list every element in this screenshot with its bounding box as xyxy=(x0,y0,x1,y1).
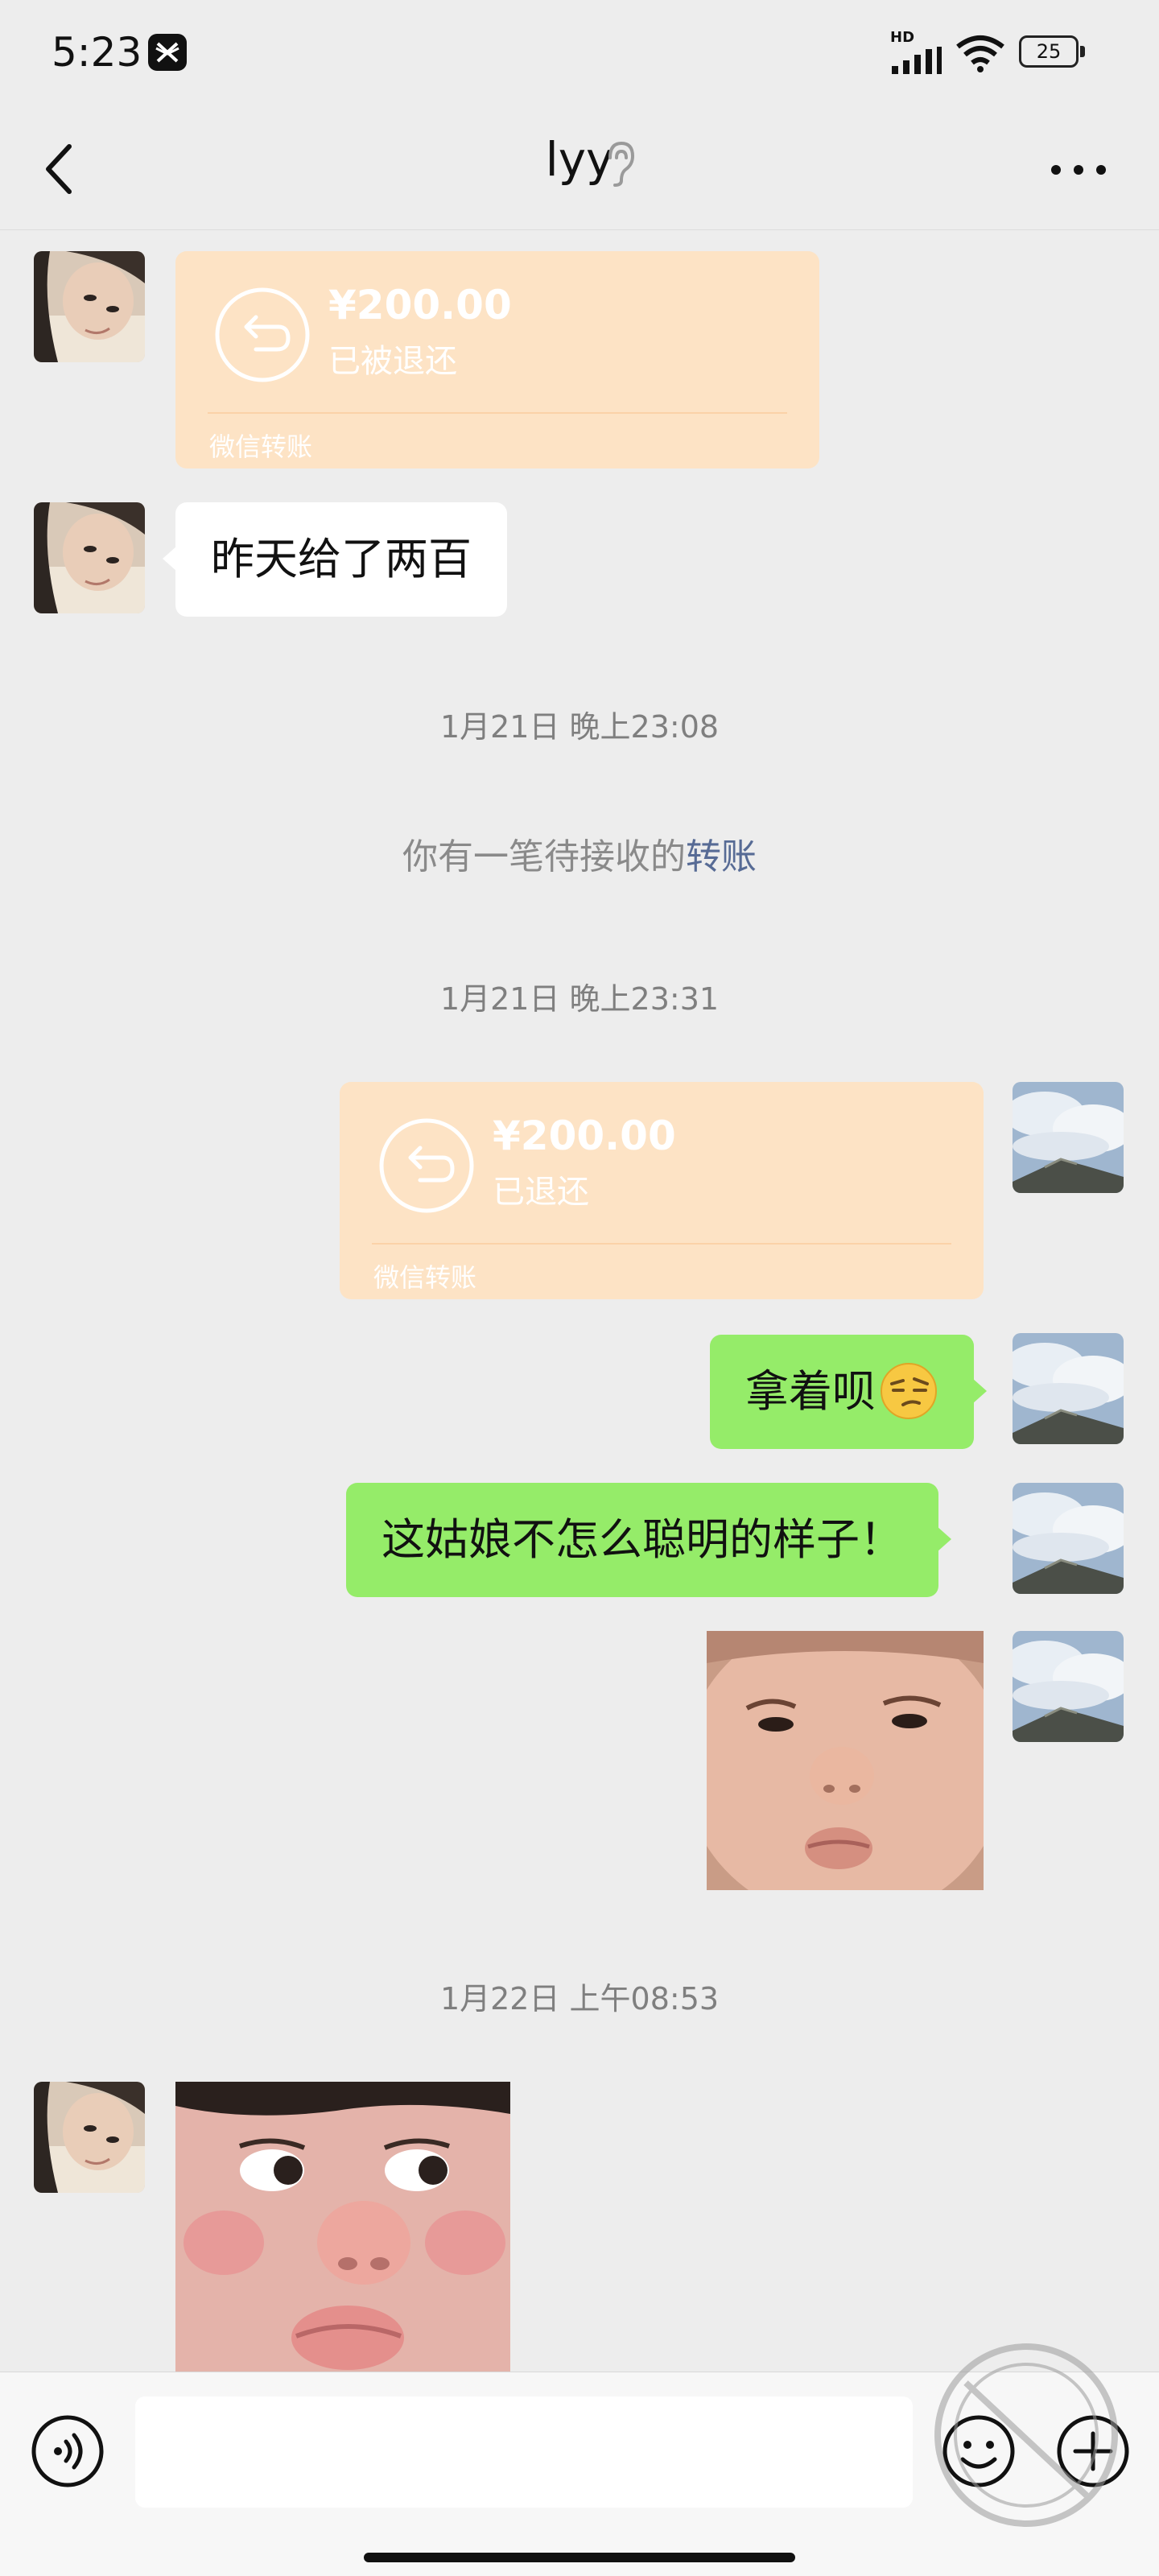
status-bar: 5:23 HD 25 xyxy=(0,0,1159,105)
transfer-link[interactable]: 转账 xyxy=(686,836,757,877)
message-input[interactable] xyxy=(135,2396,913,2508)
ear-icon xyxy=(608,141,635,187)
more-dots-icon[interactable] xyxy=(1046,150,1111,190)
self-avatar[interactable] xyxy=(1013,1082,1124,1193)
network-label: HD xyxy=(890,29,915,46)
timestamp: 1月21日 晚上23:31 xyxy=(439,981,720,1017)
wifi-icon xyxy=(956,35,1004,72)
transfer-status: 已被退还 xyxy=(328,343,457,380)
self-avatar[interactable] xyxy=(1013,1333,1124,1444)
self-avatar[interactable] xyxy=(1013,1631,1124,1742)
contact-avatar[interactable] xyxy=(34,2082,145,2193)
transfer-status: 已退还 xyxy=(493,1174,589,1211)
divider xyxy=(208,412,787,414)
timestamp: 1月22日 上午08:53 xyxy=(439,1981,720,2017)
message-text: 拿着呗 xyxy=(745,1366,876,1417)
sticker-girl-face[interactable] xyxy=(175,2082,510,2372)
battery-icon: 25 xyxy=(1019,35,1085,68)
contact-avatar[interactable] xyxy=(34,502,145,613)
chat-header: lyy xyxy=(0,105,1159,230)
divider xyxy=(372,1243,951,1245)
transfer-card-sent[interactable]: ¥200.00 已退还 微信转账 xyxy=(340,1082,984,1299)
timestamp: 1月21日 晚上23:08 xyxy=(439,709,720,745)
transfer-card-received[interactable]: ¥200.00 已被退还 微信转账 xyxy=(175,251,819,469)
system-note: 你有一笔待接收的转账 xyxy=(0,828,1159,879)
message-bubble-outgoing[interactable]: 拿着呗 xyxy=(710,1335,987,1449)
voice-icon[interactable] xyxy=(31,2414,105,2488)
smirk-emoji-icon xyxy=(881,1363,937,1420)
system-note-text: 你有一笔待接收的 xyxy=(402,836,686,877)
transfer-brand: 微信转账 xyxy=(373,1262,477,1293)
battery-level: 25 xyxy=(1019,35,1079,68)
transfer-amount: ¥200.00 xyxy=(493,1113,676,1159)
transfer-return-icon xyxy=(215,287,310,382)
signal-icon: HD xyxy=(890,29,947,74)
chat-title[interactable]: lyy xyxy=(0,132,1159,187)
status-time: 5:23 xyxy=(52,29,142,76)
self-avatar[interactable] xyxy=(1013,1483,1124,1594)
message-bubble-outgoing[interactable]: 这姑娘不怎么聪明的样子！ xyxy=(346,1483,951,1597)
home-indicator[interactable] xyxy=(364,2553,795,2562)
contact-avatar[interactable] xyxy=(34,251,145,362)
transfer-amount: ¥200.00 xyxy=(328,282,512,328)
capcut-icon xyxy=(148,34,187,71)
message-bubble-incoming[interactable]: 昨天给了两百 xyxy=(163,502,507,617)
sticker-baby-face[interactable] xyxy=(707,1631,984,1890)
transfer-brand: 微信转账 xyxy=(209,431,313,462)
watermark-seal-icon xyxy=(934,2343,1118,2527)
transfer-return-icon xyxy=(379,1118,474,1213)
